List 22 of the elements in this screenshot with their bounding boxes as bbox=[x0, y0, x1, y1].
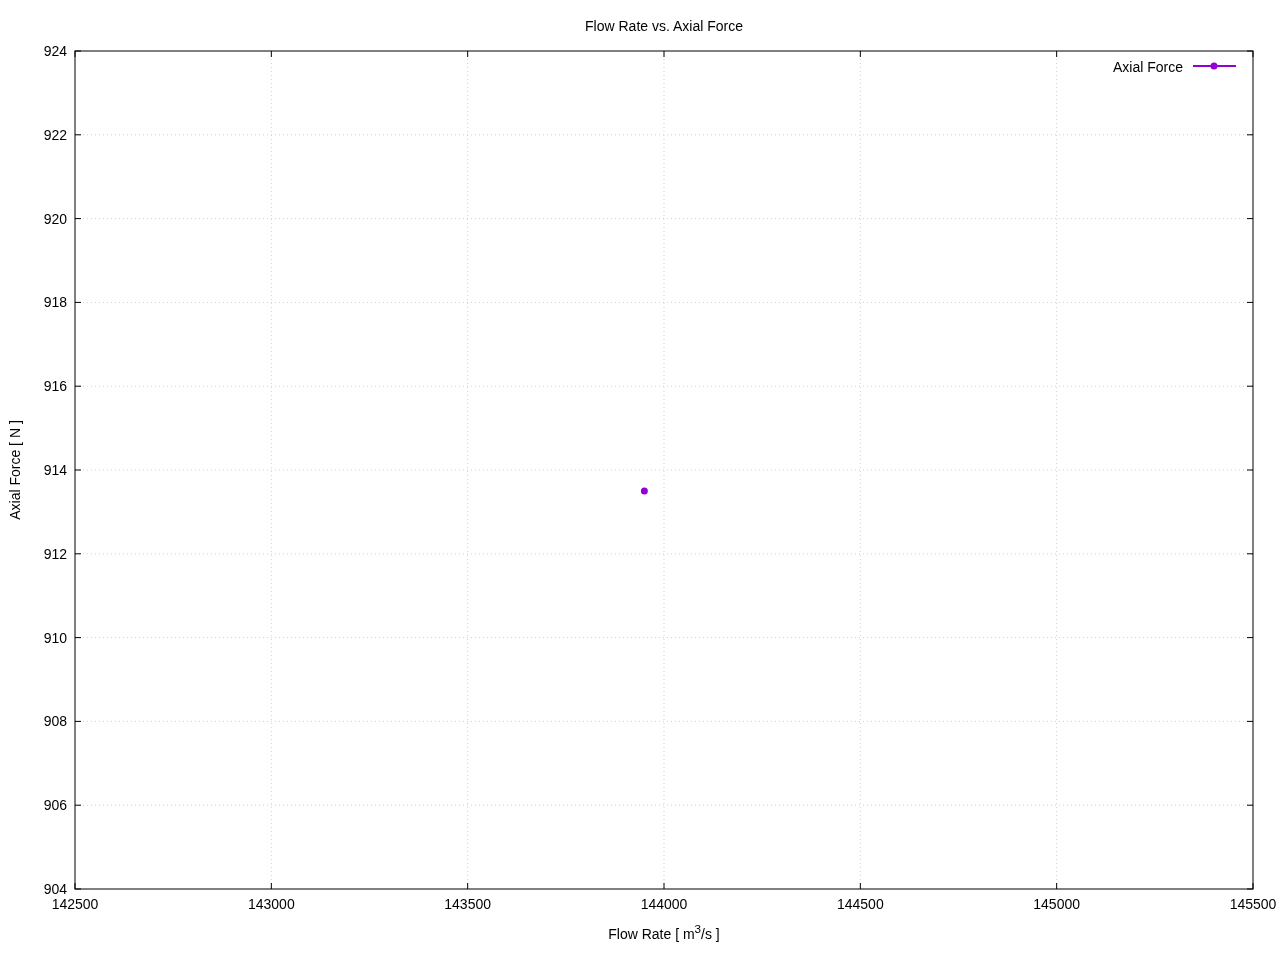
tick-label: 143500 bbox=[444, 896, 492, 912]
tick-label: 145500 bbox=[1229, 896, 1277, 912]
tick-label: 910 bbox=[43, 629, 67, 646]
axis-label: Flow Rate [ m$^{3}$/s ] bbox=[608, 921, 720, 943]
chart-title: Flow Rate vs. Axial Force bbox=[585, 18, 743, 34]
tick-label: 144500 bbox=[836, 896, 884, 912]
tick-label: 145000 bbox=[1033, 896, 1081, 912]
axis-label: Axial Force [ N ] bbox=[7, 420, 23, 520]
tick-label: 908 bbox=[43, 713, 67, 730]
tick-label: 924 bbox=[43, 43, 67, 59]
tick-label: 143000 bbox=[247, 896, 295, 912]
tick-label: 916 bbox=[43, 378, 67, 395]
tick-label: 922 bbox=[43, 126, 67, 143]
tick-label: 906 bbox=[43, 797, 67, 814]
tick-label: 142500 bbox=[51, 896, 99, 912]
tick-label: 914 bbox=[43, 462, 67, 478]
tick-label: 912 bbox=[43, 545, 67, 562]
tick-label: 918 bbox=[43, 294, 67, 311]
tick-label: 144000 bbox=[640, 896, 688, 912]
legend-label: Axial Force bbox=[1112, 59, 1183, 75]
tick-label: 920 bbox=[43, 210, 67, 227]
tick-label: 904 bbox=[43, 881, 67, 897]
